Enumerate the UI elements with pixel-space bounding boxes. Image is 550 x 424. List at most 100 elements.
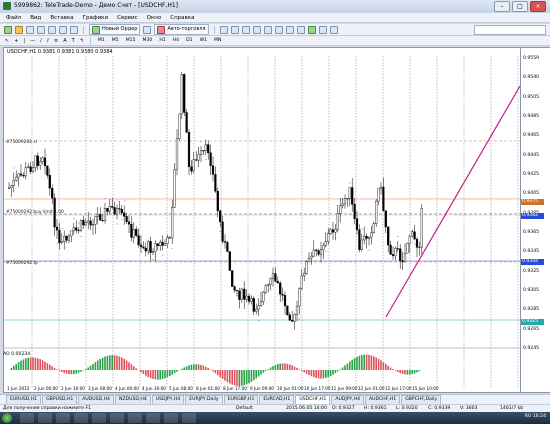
auto-scroll-icon[interactable] [285, 25, 294, 34]
price-chart[interactable]: #75009292 sl #75009292 buy limit 1.00 #750… [3, 47, 521, 393]
close-button[interactable]: × [530, 1, 546, 12]
new-order-icon [92, 25, 100, 34]
candle-body [168, 237, 171, 239]
timeframe-d1[interactable]: D1 [184, 38, 194, 43]
chart-tab[interactable]: EURCAD,H1 [259, 394, 295, 405]
label-icon[interactable]: T [71, 38, 76, 44]
new-order-button[interactable]: Новый Ордер [89, 24, 141, 35]
candle-body [245, 295, 248, 300]
timeframe-w1[interactable]: W1 [198, 38, 209, 43]
text-icon[interactable]: A [62, 38, 67, 44]
tester-icon[interactable] [70, 25, 78, 34]
channel-icon[interactable]: ⫽ [46, 38, 50, 44]
menu-tools[interactable]: Сервис [117, 15, 138, 21]
chart-tab[interactable]: NZDUSD,H4 [114, 394, 151, 405]
tile-windows-icon[interactable] [274, 25, 283, 34]
timeframe-m30[interactable]: M30 [141, 38, 155, 43]
fibonacci-icon[interactable]: ≡ [53, 38, 59, 44]
candle-body [46, 165, 49, 176]
taskbar-app[interactable] [128, 413, 142, 423]
candle-body [195, 159, 198, 161]
taskbar-app[interactable] [20, 413, 34, 423]
start-button[interactable] [2, 413, 12, 423]
candle-body [351, 187, 354, 205]
navigator-icon[interactable] [48, 25, 56, 34]
menu-file[interactable]: Файл [6, 15, 21, 21]
periods-icon[interactable] [318, 25, 327, 34]
chart-tab[interactable]: USDJPY,H4 [151, 394, 185, 405]
line-chart-icon[interactable] [241, 25, 250, 34]
timeframe-m1[interactable]: M1 [96, 38, 107, 43]
chart-tab[interactable]: USDCHF,H1 [295, 394, 331, 405]
candlesticks-icon[interactable] [230, 25, 239, 34]
arrows-icon[interactable]: ↰ [79, 38, 85, 44]
chart-tab[interactable]: AUDJPY,H4 [331, 394, 365, 405]
terminal-icon[interactable] [59, 25, 67, 34]
trendline-icon[interactable]: / [39, 38, 43, 44]
chart-canvas[interactable]: #75009292 sl#75009292 buy limit 1.00#750… [4, 48, 520, 392]
chart-tab[interactable]: EURGBP,H1 [223, 394, 259, 405]
ao-bar [409, 370, 411, 375]
candle-body [305, 261, 308, 274]
chart-shift-icon[interactable] [296, 25, 305, 34]
ao-bar [118, 356, 121, 370]
bar-chart-icon[interactable] [219, 25, 228, 34]
zoom-in-icon[interactable] [252, 25, 261, 34]
taskbar-app[interactable] [164, 413, 178, 423]
taskbar-app[interactable] [182, 413, 196, 423]
taskbar-app[interactable] [38, 413, 52, 423]
app-icon [3, 2, 11, 10]
autotrade-button[interactable]: Авто-торговля [154, 24, 209, 35]
timeframe-m5[interactable]: M5 [110, 38, 121, 43]
menu-help[interactable]: Справка [170, 15, 194, 21]
profiles-icon[interactable] [15, 25, 23, 34]
chart-tab[interactable]: AUDUSD,H4 [78, 394, 114, 405]
candle-body [211, 165, 215, 175]
chart-tab[interactable]: EURUSD,H1 [6, 394, 42, 405]
indicators-icon[interactable] [307, 25, 316, 34]
ao-bar [104, 356, 106, 370]
chart-tab[interactable]: GBPCHF,Daily [401, 394, 442, 405]
market-watch-icon[interactable] [26, 25, 34, 34]
timeframe-h1[interactable]: H1 [157, 38, 167, 43]
ao-bar [10, 367, 13, 370]
timeframe-h4[interactable]: H4 [171, 38, 181, 43]
time-tick: 4 Jun 00:00 [115, 386, 139, 391]
candle-body [63, 235, 66, 242]
taskbar-app[interactable] [146, 413, 160, 423]
candle-body [228, 251, 231, 271]
data-window-icon[interactable] [37, 25, 45, 34]
chart-tab[interactable]: AUDCHF,H1 [365, 394, 401, 405]
candle-body [101, 220, 104, 222]
vertical-line-icon[interactable]: | [22, 38, 26, 44]
menu-insert[interactable]: Вставка [50, 15, 73, 21]
taskbar-app[interactable] [56, 413, 70, 423]
taskbar-app[interactable] [74, 413, 88, 423]
minimize-button[interactable]: – [494, 1, 510, 12]
taskbar-app[interactable] [92, 413, 106, 423]
zoom-out-icon[interactable] [263, 25, 272, 34]
menu-charts[interactable]: Графики [83, 15, 108, 21]
timeframe-mn[interactable]: MN [212, 38, 223, 43]
candle-body [331, 229, 335, 233]
horizontal-line-icon[interactable]: — [29, 38, 36, 44]
title-bar: 5999862: TeleTrade-Demo - Демо Счет - [U… [0, 0, 550, 14]
cursor-icon[interactable]: ↖ [4, 38, 10, 44]
candle-body [127, 221, 131, 225]
meta-editor-icon[interactable] [143, 25, 152, 34]
candle-body [415, 238, 419, 248]
chart-tab[interactable]: GBPUSD,H1 [42, 394, 78, 405]
search-input[interactable] [474, 25, 546, 35]
new-chart-icon[interactable] [4, 25, 12, 34]
ao-bar [147, 370, 149, 378]
taskbar-app[interactable] [110, 413, 124, 423]
maximize-button[interactable]: □ [512, 1, 528, 12]
chart-tab[interactable]: EURJPY,Daily [185, 394, 223, 405]
menu-window[interactable]: Окно [147, 15, 162, 21]
trendline [385, 85, 520, 318]
menu-view[interactable]: Вид [30, 15, 41, 21]
templates-icon[interactable] [329, 25, 338, 34]
timeframe-m15[interactable]: M15 [124, 38, 138, 43]
price-axis[interactable]: 0.9559 0.9540 0.9505 0.9485 0.9465 0.9445 0.94… [521, 47, 550, 393]
crosshair-icon[interactable]: + [13, 38, 19, 44]
